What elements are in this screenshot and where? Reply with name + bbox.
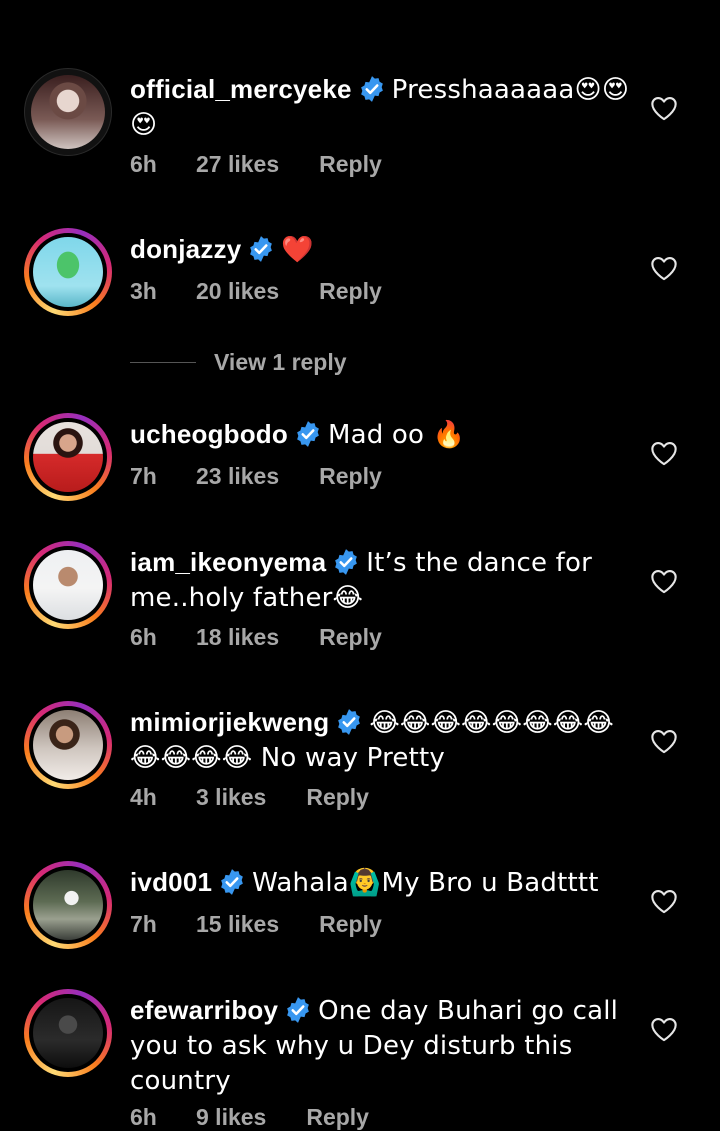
avatar-photo bbox=[33, 998, 103, 1068]
likes-count[interactable]: 27 likes bbox=[196, 151, 279, 178]
avatar-photo bbox=[31, 75, 105, 149]
avatar-photo bbox=[33, 422, 103, 492]
comment-text-block: ucheogbodo Mad oo 🔥 bbox=[130, 417, 630, 452]
avatar[interactable] bbox=[24, 541, 112, 629]
username[interactable]: official_mercyeke bbox=[130, 74, 352, 104]
username[interactable]: ucheogbodo bbox=[130, 419, 288, 449]
heart-outline-icon[interactable] bbox=[650, 888, 678, 914]
likes-count[interactable]: 23 likes bbox=[196, 463, 279, 490]
username[interactable]: efewarriboy bbox=[130, 995, 278, 1025]
reply-button[interactable]: Reply bbox=[319, 463, 382, 490]
username[interactable]: iam_ikeonyema bbox=[130, 547, 326, 577]
avatar[interactable] bbox=[24, 701, 112, 789]
heart-outline-icon[interactable] bbox=[650, 255, 678, 281]
verified-badge-icon bbox=[247, 235, 275, 263]
timestamp: 6h bbox=[130, 1104, 157, 1130]
likes-count[interactable]: 18 likes bbox=[196, 624, 279, 651]
reply-button[interactable]: Reply bbox=[306, 1104, 369, 1131]
verified-badge-icon bbox=[358, 75, 386, 103]
comment-meta: 3h 20 likes Reply bbox=[130, 278, 382, 305]
avatar-photo bbox=[33, 870, 103, 940]
timestamp: 6h bbox=[130, 151, 157, 177]
heart-outline-icon[interactable] bbox=[650, 95, 678, 121]
username[interactable]: donjazzy bbox=[130, 234, 241, 264]
verified-badge-icon bbox=[294, 420, 322, 448]
comment-text: Mad oo 🔥 bbox=[327, 420, 466, 450]
comment-meta: 7h 15 likes Reply bbox=[130, 911, 382, 938]
comment-text-block: ivd001 Wahala🙆‍♂️My Bro u Badtttt bbox=[130, 865, 630, 900]
avatar-inner bbox=[29, 866, 107, 944]
comment-text-block: donjazzy ❤️ bbox=[130, 232, 630, 267]
comment-meta: 6h 18 likes Reply bbox=[130, 624, 382, 651]
avatar-inner bbox=[29, 418, 107, 496]
avatar-photo bbox=[33, 550, 103, 620]
divider bbox=[130, 361, 196, 363]
comment-text-block: mimiorjiekweng 😂😂😂😂😂😂😂😂😂😂😂😂 No way Pretty bbox=[130, 705, 630, 775]
avatar[interactable] bbox=[24, 228, 112, 316]
comment-text: Wahala🙆‍♂️My Bro u Badtttt bbox=[252, 868, 599, 898]
comment-meta: 6h 9 likes Reply bbox=[130, 1104, 369, 1131]
reply-button[interactable]: Reply bbox=[319, 278, 382, 305]
reply-button[interactable]: Reply bbox=[319, 624, 382, 651]
avatar-photo bbox=[33, 237, 103, 307]
avatar-inner bbox=[29, 706, 107, 784]
likes-count[interactable]: 15 likes bbox=[196, 911, 279, 938]
timestamp: 7h bbox=[130, 911, 157, 937]
heart-outline-icon[interactable] bbox=[650, 1016, 678, 1042]
avatar[interactable] bbox=[24, 413, 112, 501]
verified-badge-icon bbox=[335, 708, 363, 736]
reply-button[interactable]: Reply bbox=[319, 151, 382, 178]
likes-count[interactable]: 20 likes bbox=[196, 278, 279, 305]
avatar-photo bbox=[33, 710, 103, 780]
heart-outline-icon[interactable] bbox=[650, 568, 678, 594]
timestamp: 7h bbox=[130, 463, 157, 489]
comment-meta: 4h 3 likes Reply bbox=[130, 784, 369, 811]
heart-outline-icon[interactable] bbox=[650, 440, 678, 466]
comment-meta: 7h 23 likes Reply bbox=[130, 463, 382, 490]
comment-meta: 6h 27 likes Reply bbox=[130, 151, 382, 178]
likes-count[interactable]: 3 likes bbox=[196, 784, 266, 811]
view-replies-label[interactable]: View 1 reply bbox=[214, 349, 347, 376]
comment-text-block: iam_ikeonyema It’s the dance for me..holy… bbox=[130, 545, 630, 615]
timestamp: 4h bbox=[130, 784, 157, 810]
avatar[interactable] bbox=[24, 861, 112, 949]
username[interactable]: mimiorjiekweng bbox=[130, 707, 329, 737]
comment-text-block: official_mercyeke Presshaaaaaa😍😍😍 bbox=[130, 72, 630, 142]
verified-badge-icon bbox=[332, 548, 360, 576]
view-replies-button[interactable]: View 1 reply bbox=[130, 345, 347, 379]
username[interactable]: ivd001 bbox=[130, 867, 212, 897]
avatar[interactable] bbox=[24, 989, 112, 1077]
heart-outline-icon[interactable] bbox=[650, 728, 678, 754]
comment-text: ❤️ bbox=[281, 235, 314, 265]
timestamp: 3h bbox=[130, 278, 157, 304]
reply-button[interactable]: Reply bbox=[306, 784, 369, 811]
avatar-inner bbox=[29, 233, 107, 311]
verified-badge-icon bbox=[284, 996, 312, 1024]
avatar[interactable] bbox=[24, 68, 112, 156]
avatar-inner bbox=[29, 994, 107, 1072]
verified-badge-icon bbox=[218, 868, 246, 896]
likes-count[interactable]: 9 likes bbox=[196, 1104, 266, 1131]
comment-text-block: efewarriboy One day Buhari go call you to… bbox=[130, 993, 630, 1098]
reply-button[interactable]: Reply bbox=[319, 911, 382, 938]
avatar-inner bbox=[29, 546, 107, 624]
timestamp: 6h bbox=[130, 624, 157, 650]
